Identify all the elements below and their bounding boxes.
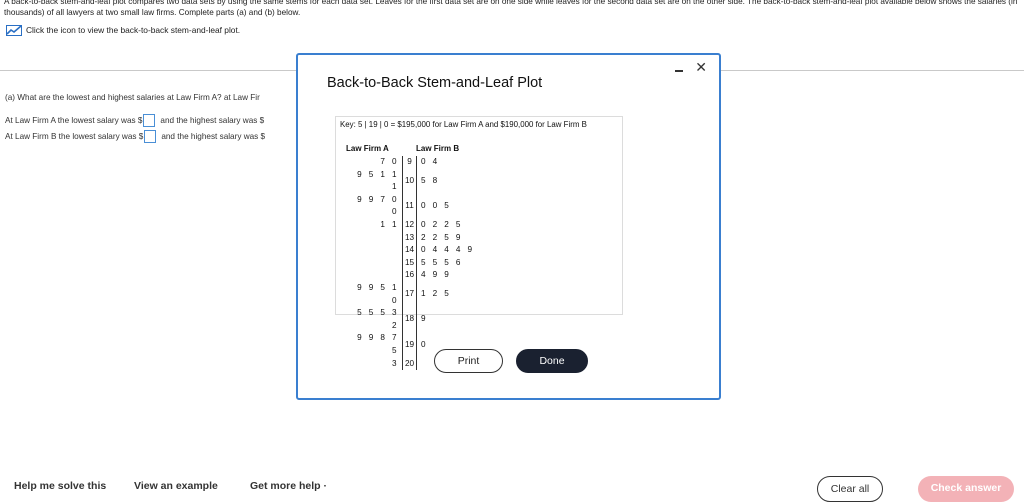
plot-key: Key: 5 | 19 | 0 = $195,000 for Law Firm … [340, 120, 587, 129]
stem-leaf-dialog: ✕ Back-to-Back Stem-and-Leaf Plot Key: 5… [296, 53, 721, 400]
more-help-link[interactable]: Get more help · [250, 480, 327, 492]
plot-row: 9 9 7 0 0 11 0 0 5 [354, 193, 481, 219]
print-button[interactable]: Print [434, 349, 503, 373]
plot-row: 5 5 5 3 2 18 9 [354, 307, 481, 333]
leaves-firm-a: 5 5 5 3 2 [357, 308, 399, 330]
firm-a-highest-label: and the highest salary was $ [160, 116, 265, 125]
header-law-firm-b: Law Firm B [416, 144, 460, 153]
header-law-firm-a: Law Firm A [346, 144, 389, 153]
leaves-firm-b: 0 0 5 [421, 201, 452, 211]
stem: 14 [402, 244, 417, 257]
answer-line-firm-b: At Law Firm B the lowest salary was $ an… [5, 130, 265, 143]
intro-text: A back-to-back stem-and-leaf plot compar… [4, 0, 1018, 17]
plot-row: 13 2 2 5 9 [354, 231, 481, 245]
chart-icon [6, 24, 22, 36]
stem: 11 [402, 193, 417, 219]
stem: 20 [402, 357, 417, 371]
stem-leaf-table: 7 090 49 5 1 1 1 10 5 89 9 7 0 0 11 0 0 51 1… [354, 156, 481, 371]
leaves-firm-b: 0 2 2 5 [421, 219, 463, 229]
dialog-title: Back-to-Back Stem-and-Leaf Plot [327, 75, 543, 91]
leaves-firm-a [354, 244, 403, 257]
stem: 12 [402, 218, 417, 232]
leaves-firm-a [354, 257, 403, 270]
stem: 19 [402, 332, 417, 358]
stem: 13 [402, 231, 417, 245]
firm-b-lowest-input[interactable] [144, 130, 157, 143]
leaves-firm-b: 5 5 5 6 [421, 257, 463, 267]
view-plot-label: Click the icon to view the back-to-back … [26, 25, 241, 35]
close-icon[interactable]: ✕ [695, 60, 707, 74]
part-a-question: (a) What are the lowest and highest sala… [5, 93, 260, 102]
plot-row: 15 5 5 5 6 [354, 256, 481, 270]
leaves-firm-b: 1 2 5 [421, 289, 452, 299]
leaves-firm-a: 1 1 [380, 219, 399, 229]
stem: 16 [402, 269, 417, 282]
stem: 15 [402, 256, 417, 270]
stem: 10 [402, 168, 417, 194]
plot-row: 9 5 1 1 1 10 5 8 [354, 168, 481, 194]
leaves-firm-a [354, 269, 403, 282]
done-button[interactable]: Done [516, 349, 588, 373]
leaves-firm-b: 2 2 5 9 [421, 232, 463, 242]
leaves-firm-a: 7 0 [380, 157, 399, 166]
answer-line-firm-a: At Law Firm A the lowest salary was $ an… [5, 114, 264, 127]
stem: 9 [402, 156, 417, 169]
leaves-firm-b: 5 8 [421, 175, 440, 185]
firm-b-lowest-label: At Law Firm B the lowest salary was $ [5, 132, 144, 141]
leaves-firm-b: 9 [421, 314, 428, 324]
leaves-firm-a [354, 232, 403, 245]
stem: 17 [402, 281, 417, 308]
plot-row: 16 4 9 9 [354, 269, 481, 282]
firm-a-lowest-input[interactable] [143, 114, 156, 127]
leaves-firm-a: 9 9 7 0 0 [357, 194, 399, 217]
plot-row: 1 1 12 0 2 2 5 [354, 218, 481, 232]
leaves-firm-b: 0 4 4 4 9 [421, 245, 475, 255]
help-me-solve-link[interactable]: Help me solve this [14, 480, 106, 492]
firm-b-highest-label: and the highest salary was $ [161, 132, 266, 141]
plot-row: 7 09 0 4 [354, 156, 481, 169]
plot-row: 14 0 4 4 4 9 [354, 244, 481, 257]
plot-row: 9 9 5 1 0 17 1 2 5 [354, 281, 481, 308]
view-example-link[interactable]: View an example [134, 480, 218, 492]
leaves-firm-a: 9 9 5 1 0 [357, 282, 399, 305]
stem: 18 [402, 307, 417, 333]
check-answer-button[interactable]: Check answer [918, 476, 1014, 502]
firm-a-lowest-label: At Law Firm A the lowest salary was $ [5, 116, 143, 125]
view-plot-link[interactable]: Click the icon to view the back-to-back … [6, 24, 240, 36]
minimize-icon[interactable] [675, 61, 686, 75]
leaves-firm-a: 9 9 8 7 5 [357, 333, 399, 355]
leaves-firm-a: 3 [392, 358, 399, 368]
clear-all-button[interactable]: Clear all [817, 476, 883, 502]
stem-leaf-plot: Key: 5 | 19 | 0 = $195,000 for Law Firm … [335, 116, 623, 371]
leaves-firm-b: 0 4 [421, 157, 440, 166]
leaves-firm-a: 9 5 1 1 1 [357, 169, 399, 192]
leaves-firm-b: 4 9 9 [421, 270, 452, 280]
